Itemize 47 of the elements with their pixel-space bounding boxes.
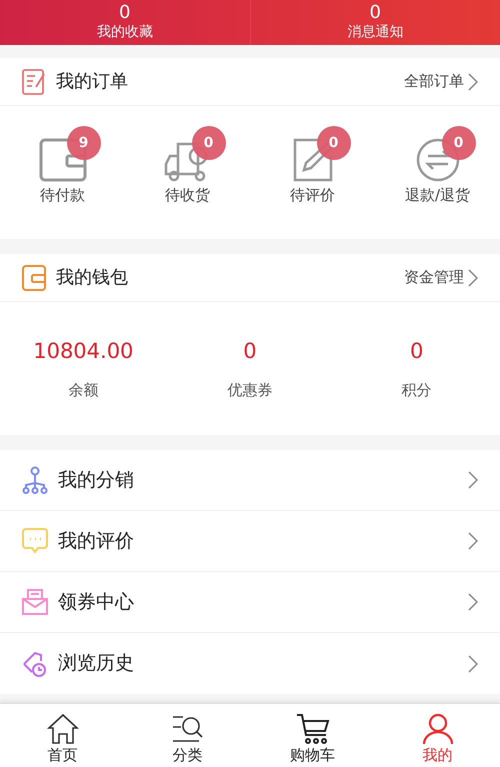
section-link[interactable]: 全部订单 <box>404 70 478 93</box>
wallet-stat-button[interactable]: 0 积分 <box>333 336 500 402</box>
section-link[interactable]: 资金管理 <box>404 266 478 289</box>
stat-label: 优惠券 <box>227 380 272 401</box>
stat-label: 余额 <box>68 380 98 401</box>
stat-label: 消息通知 <box>347 23 404 41</box>
chat-icon <box>22 527 48 555</box>
chevron-icon <box>468 532 478 550</box>
tab[interactable]: 首页 <box>0 704 125 767</box>
wallet-stat-button[interactable]: 10804.00 余额 <box>0 336 167 402</box>
section-title: 我的钱包 <box>56 266 128 290</box>
chevron-icon <box>468 72 478 90</box>
chevron-icon <box>468 654 478 672</box>
chevron-icon <box>468 268 478 286</box>
search-list-icon <box>170 713 204 745</box>
stat-value: 0 <box>410 338 424 364</box>
count-badge: 9 <box>66 126 100 160</box>
chevron-icon <box>468 593 478 611</box>
tab[interactable]: 我的 <box>375 704 500 767</box>
section-title: 我的订单 <box>56 70 128 94</box>
order-status-button[interactable]: 退款/退货 0 <box>382 126 492 206</box>
count-badge: 0 <box>316 126 350 160</box>
stat-count: 0 <box>370 3 381 23</box>
order-list-icon <box>22 68 46 94</box>
home-icon <box>46 713 80 745</box>
stat-label: 积分 <box>402 380 432 401</box>
stat-button[interactable]: 0 消息通知 <box>250 0 500 45</box>
order-status-button[interactable]: 待付款 9 <box>16 126 108 206</box>
count-badge: 0 <box>192 126 226 160</box>
tag-clock-icon <box>22 650 48 678</box>
order-status-button[interactable]: 待收货 0 <box>142 126 234 206</box>
user-icon <box>420 713 454 745</box>
wallet-stat-button[interactable]: 0 优惠券 <box>166 336 334 402</box>
wallet-icon <box>22 264 46 290</box>
chevron-icon <box>468 471 478 489</box>
stat-count: 0 <box>119 3 130 23</box>
count-badge: 0 <box>442 126 476 160</box>
tab[interactable]: 购物车 <box>250 704 375 767</box>
stat-label: 我的收藏 <box>96 23 153 41</box>
cart-icon <box>296 713 330 745</box>
envelope-icon <box>22 588 48 616</box>
tab[interactable]: 分类 <box>125 704 250 767</box>
order-status-button[interactable]: 待评价 0 <box>268 126 357 206</box>
stat-value: 10804.00 <box>33 338 134 364</box>
network-icon <box>22 466 48 494</box>
stat-button[interactable]: 0 我的收藏 <box>0 0 250 45</box>
stat-value: 0 <box>243 338 257 364</box>
